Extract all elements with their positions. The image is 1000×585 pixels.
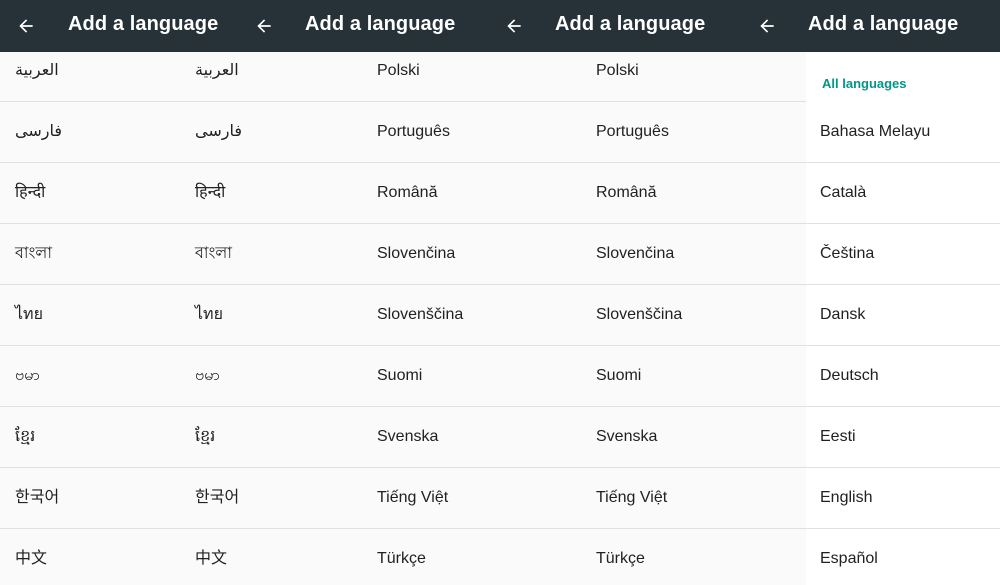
language-item[interactable]: Slovenščina — [377, 305, 463, 325]
language-item[interactable]: Tiếng Việt — [377, 488, 448, 508]
back-button[interactable] — [252, 14, 276, 38]
language-item[interactable]: Eesti — [820, 427, 856, 447]
language-item[interactable]: Dansk — [820, 305, 865, 325]
language-item[interactable]: ဗမာ — [15, 366, 40, 386]
language-item[interactable]: Suomi — [377, 366, 422, 386]
language-item[interactable]: 中文 — [195, 549, 227, 569]
language-item[interactable]: Bahasa Melayu — [820, 122, 930, 142]
language-item[interactable]: 中文 — [15, 549, 47, 569]
page-title: Add a language — [305, 13, 456, 35]
language-item[interactable]: Tiếng Việt — [596, 488, 667, 508]
page-title: Add a language — [555, 13, 706, 35]
language-item[interactable]: Română — [596, 183, 656, 203]
language-item[interactable]: Türkçe — [377, 549, 426, 569]
arrow-left-icon — [760, 19, 774, 33]
language-item[interactable]: فارسی — [195, 122, 242, 142]
app-bar: Add a language Add a language Add a lang… — [0, 0, 1000, 52]
language-item[interactable]: Slovenščina — [596, 305, 682, 325]
language-item[interactable]: Svenska — [377, 427, 438, 447]
language-item[interactable]: Slovenčina — [596, 244, 674, 264]
arrow-left-icon — [257, 19, 271, 33]
back-button[interactable] — [755, 14, 779, 38]
language-item[interactable]: العربية — [15, 61, 59, 81]
row-divider — [0, 284, 1000, 285]
language-item[interactable]: Español — [820, 549, 878, 569]
section-header-all-languages: All languages — [822, 76, 907, 91]
row-divider — [0, 467, 1000, 468]
language-item[interactable]: Română — [377, 183, 437, 203]
language-item[interactable]: বাংলা — [195, 244, 232, 264]
language-item[interactable]: Svenska — [596, 427, 657, 447]
language-item[interactable]: ไทย — [195, 305, 223, 325]
row-divider — [0, 345, 1000, 346]
back-button[interactable] — [502, 14, 526, 38]
row-divider — [0, 223, 1000, 224]
language-item[interactable]: Polski — [377, 61, 420, 81]
language-item[interactable]: ไทย — [15, 305, 43, 325]
language-item[interactable]: Deutsch — [820, 366, 879, 386]
language-item[interactable]: ဗမာ — [195, 366, 220, 386]
arrow-left-icon — [19, 19, 33, 33]
row-divider — [0, 528, 1000, 529]
language-item[interactable]: ខ្មែរ — [15, 427, 35, 447]
language-item[interactable]: 한국어 — [15, 488, 59, 508]
language-item[interactable]: Čeština — [820, 244, 874, 264]
language-item[interactable]: العربية — [195, 61, 239, 81]
back-button[interactable] — [14, 14, 38, 38]
row-divider — [0, 162, 1000, 163]
language-item[interactable]: বাংলা — [15, 244, 52, 264]
language-item[interactable]: Türkçe — [596, 549, 645, 569]
language-item[interactable]: Português — [377, 122, 450, 142]
language-item[interactable]: English — [820, 488, 872, 508]
page-title: Add a language — [808, 13, 959, 35]
language-item[interactable]: हिन्दी — [15, 183, 45, 203]
row-divider — [0, 101, 806, 102]
language-item[interactable]: Slovenčina — [377, 244, 455, 264]
language-item[interactable]: हिन्दी — [195, 183, 225, 203]
language-item[interactable]: Português — [596, 122, 669, 142]
row-divider — [0, 406, 1000, 407]
page-title: Add a language — [68, 13, 219, 35]
language-item[interactable]: ខ្មែរ — [195, 427, 215, 447]
language-item[interactable]: 한국어 — [195, 488, 239, 508]
language-item[interactable]: Suomi — [596, 366, 641, 386]
language-item[interactable]: فارسی — [15, 122, 62, 142]
arrow-left-icon — [507, 19, 521, 33]
language-item[interactable]: Català — [820, 183, 866, 203]
language-item[interactable]: Polski — [596, 61, 639, 81]
